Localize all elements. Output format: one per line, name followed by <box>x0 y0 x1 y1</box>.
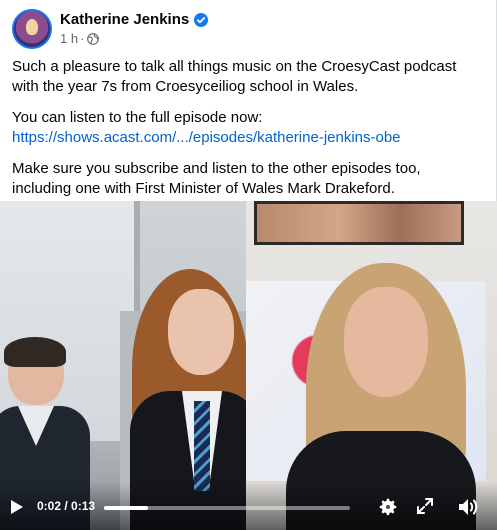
globe-icon[interactable] <box>87 32 100 45</box>
video-controls: 0:02 / 0:13 <box>0 482 497 530</box>
listen-text: You can listen to the full episode now: <box>12 109 263 126</box>
student-boy-hair <box>4 337 66 367</box>
episode-link[interactable]: https://shows.acast.com/.../episodes/kat… <box>12 129 401 146</box>
author-avatar[interactable] <box>12 9 52 49</box>
expand-icon[interactable] <box>416 497 434 515</box>
post-header: Katherine Jenkins 1 h · <box>12 9 482 49</box>
verified-badge-icon <box>194 12 209 27</box>
background-window <box>0 201 140 441</box>
post-body: Such a pleasure to talk all things music… <box>12 57 482 210</box>
video-time: 0:02 / 0:13 <box>37 499 96 513</box>
video-pane-guest <box>246 201 497 530</box>
progress-bar[interactable] <box>104 506 350 510</box>
post-timestamp[interactable]: 1 h <box>60 31 78 46</box>
play-icon[interactable] <box>10 499 24 515</box>
guest-face <box>344 287 428 397</box>
wall-art-top <box>254 201 464 245</box>
post-paragraph-subscribe: Make sure you subscribe and listen to th… <box>12 160 421 197</box>
gear-icon[interactable] <box>377 496 399 518</box>
student-girl-face <box>168 289 234 375</box>
post-paragraph-intro: Such a pleasure to talk all things music… <box>12 58 457 95</box>
meta-separator: · <box>80 31 85 46</box>
post-paragraph-listen: You can listen to the full episode now: … <box>12 108 482 148</box>
video-pane-students <box>0 201 260 530</box>
facebook-post: Katherine Jenkins 1 h · Such a pleasure … <box>0 0 497 530</box>
post-meta: 1 h · <box>60 31 100 46</box>
student-girl-tie <box>194 401 210 491</box>
speaker-icon[interactable] <box>457 496 479 518</box>
progress-fill <box>104 506 149 510</box>
author-name-row: Katherine Jenkins <box>60 11 209 28</box>
video-player[interactable]: 0:02 / 0:13 <box>0 201 497 530</box>
author-name[interactable]: Katherine Jenkins <box>60 11 189 28</box>
